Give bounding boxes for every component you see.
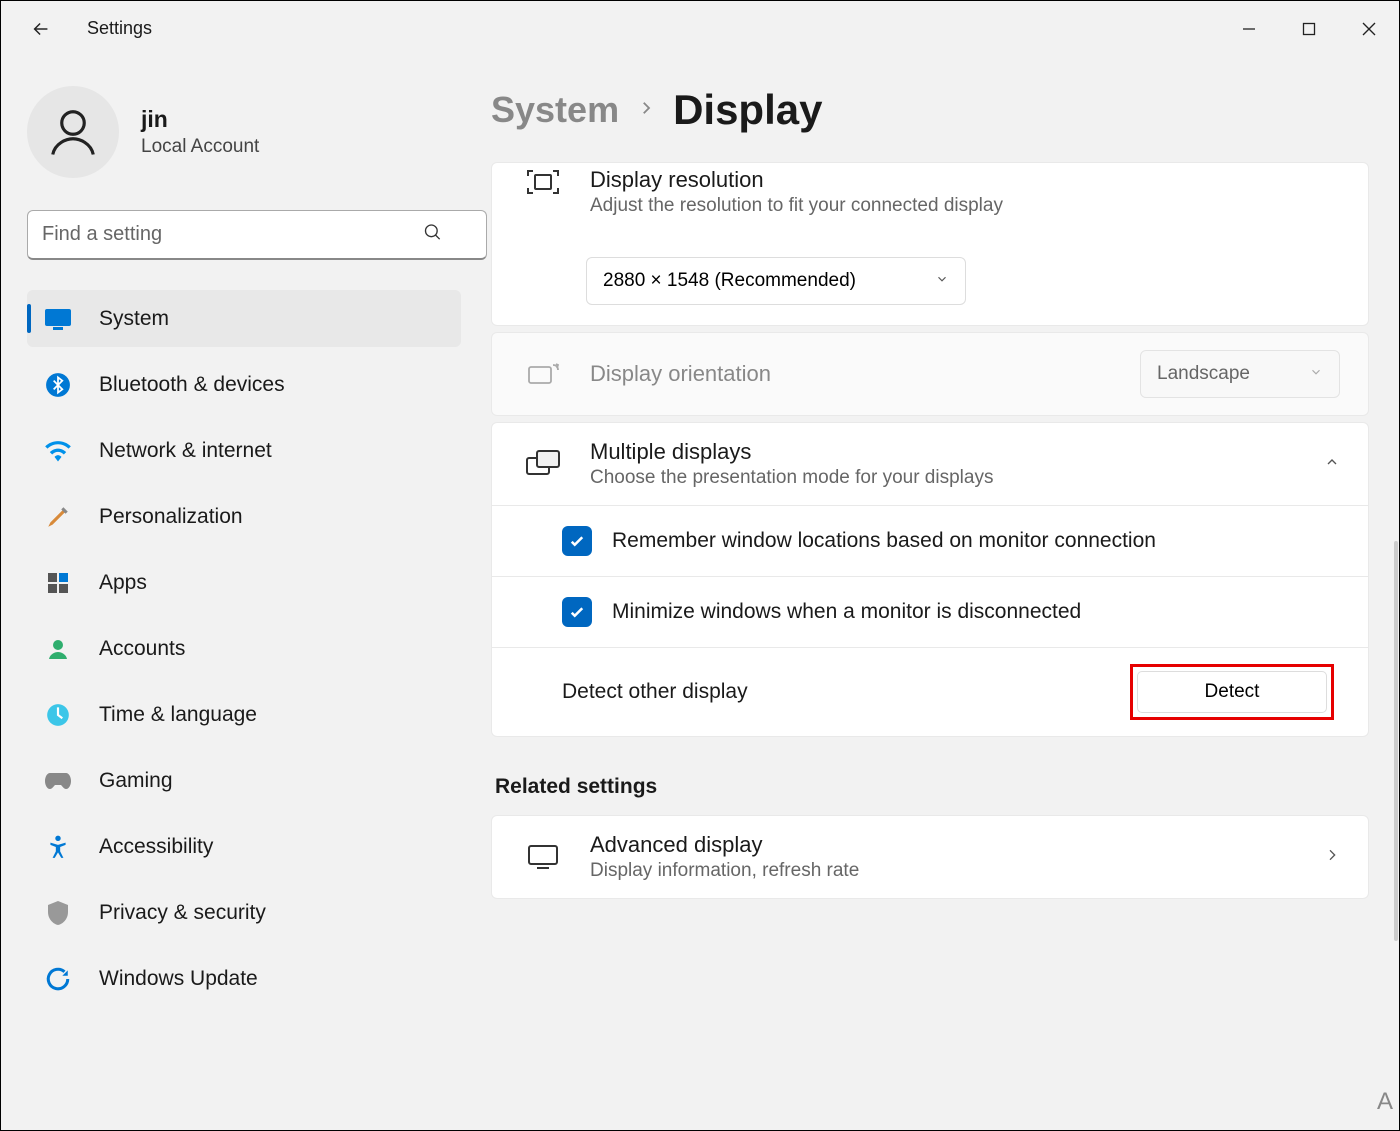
- minimize-windows-checkbox[interactable]: [562, 597, 592, 627]
- account-type: Local Account: [141, 136, 259, 158]
- related-heading: Related settings: [495, 775, 1369, 799]
- user-block[interactable]: jin Local Account: [27, 86, 461, 178]
- remember-locations-checkbox[interactable]: [562, 526, 592, 556]
- search-wrap: [27, 210, 461, 260]
- nav-label: Personalization: [99, 505, 243, 529]
- orientation-value: Landscape: [1157, 363, 1250, 385]
- nav-item-system[interactable]: System: [27, 290, 461, 347]
- resolution-dropdown[interactable]: 2880 × 1548 (Recommended): [586, 257, 966, 305]
- checkmark-icon: [568, 532, 586, 550]
- detect-label: Detect other display: [562, 678, 748, 706]
- monitor-icon: [520, 843, 566, 871]
- nav-list: System Bluetooth & devices Network & int…: [27, 290, 461, 1007]
- nav-label: Windows Update: [99, 967, 258, 991]
- chevron-right-icon: [637, 99, 655, 122]
- multiple-subtitle: Choose the presentation mode for your di…: [590, 467, 1312, 489]
- nav-item-apps[interactable]: Apps: [27, 554, 461, 611]
- chevron-down-icon: [935, 270, 949, 292]
- nav-item-bluetooth[interactable]: Bluetooth & devices: [27, 356, 461, 413]
- nav-item-privacy[interactable]: Privacy & security: [27, 884, 461, 941]
- nav-item-time-language[interactable]: Time & language: [27, 686, 461, 743]
- nav-label: Accounts: [99, 637, 185, 661]
- back-button[interactable]: [21, 9, 61, 49]
- arrow-left-icon: [30, 18, 52, 40]
- display-resolution-card: Display resolution Adjust the resolution…: [491, 162, 1369, 326]
- nav-label: Gaming: [99, 769, 173, 793]
- multiple-displays-card: Multiple displays Choose the presentatio…: [491, 422, 1369, 737]
- chevron-up-icon: [1324, 454, 1340, 475]
- breadcrumb-current: Display: [673, 86, 822, 134]
- resolution-value: 2880 × 1548 (Recommended): [603, 270, 856, 292]
- detect-button[interactable]: Detect: [1137, 671, 1327, 713]
- clock-globe-icon: [43, 700, 73, 730]
- nav-label: Bluetooth & devices: [99, 373, 285, 397]
- minimize-button[interactable]: [1219, 9, 1279, 49]
- paintbrush-icon: [43, 502, 73, 532]
- app-title: Settings: [87, 18, 152, 39]
- close-button[interactable]: [1339, 9, 1399, 49]
- orientation-title: Display orientation: [590, 361, 771, 387]
- nav-label: Time & language: [99, 703, 257, 727]
- ime-indicator: A: [1377, 1088, 1393, 1116]
- advanced-display-card[interactable]: Advanced display Display information, re…: [491, 815, 1369, 899]
- username: jin: [141, 106, 259, 134]
- remember-locations-row[interactable]: Remember window locations based on monit…: [492, 505, 1368, 576]
- minimize-windows-label: Minimize windows when a monitor is disco…: [612, 598, 1081, 626]
- detect-highlight: Detect: [1130, 664, 1334, 720]
- nav-item-accessibility[interactable]: Accessibility: [27, 818, 461, 875]
- breadcrumb: System Display: [491, 86, 1369, 134]
- nav-item-personalization[interactable]: Personalization: [27, 488, 461, 545]
- multiple-displays-header[interactable]: Multiple displays Choose the presentatio…: [492, 423, 1368, 505]
- accounts-icon: [43, 634, 73, 664]
- resolution-title: Display resolution: [590, 167, 1340, 193]
- shield-icon: [43, 898, 73, 928]
- nav-label: Network & internet: [99, 439, 272, 463]
- orientation-icon: [520, 360, 566, 388]
- main-pane: System Display Display resolution Adjust…: [491, 56, 1399, 1130]
- nav-label: Apps: [99, 571, 147, 595]
- close-icon: [1362, 22, 1376, 36]
- nav-item-network[interactable]: Network & internet: [27, 422, 461, 479]
- advanced-title: Advanced display: [590, 832, 1312, 858]
- bluetooth-icon: [43, 370, 73, 400]
- wifi-icon: [43, 436, 73, 466]
- title-bar: Settings: [1, 1, 1399, 56]
- maximize-icon: [1302, 22, 1316, 36]
- remember-locations-label: Remember window locations based on monit…: [612, 527, 1156, 555]
- detect-row: Detect other display Detect: [492, 647, 1368, 736]
- nav-item-accounts[interactable]: Accounts: [27, 620, 461, 677]
- accessibility-icon: [43, 832, 73, 862]
- resolution-icon: [520, 167, 566, 197]
- minimize-icon: [1242, 22, 1256, 36]
- minimize-windows-row[interactable]: Minimize windows when a monitor is disco…: [492, 576, 1368, 647]
- nav-item-windows-update[interactable]: Windows Update: [27, 950, 461, 1007]
- apps-icon: [43, 568, 73, 598]
- person-icon: [46, 105, 100, 159]
- resolution-subtitle: Adjust the resolution to fit your connec…: [590, 195, 1340, 217]
- display-orientation-card: Display orientation Landscape: [491, 332, 1369, 416]
- sidebar: jin Local Account System Bluetooth & dev…: [1, 56, 491, 1130]
- maximize-button[interactable]: [1279, 9, 1339, 49]
- orientation-dropdown: Landscape: [1140, 350, 1340, 398]
- search-input[interactable]: [27, 210, 487, 260]
- multiple-title: Multiple displays: [590, 439, 1312, 465]
- nav-label: Privacy & security: [99, 901, 266, 925]
- scrollbar[interactable]: [1394, 541, 1398, 941]
- multiple-displays-body: Remember window locations based on monit…: [492, 505, 1368, 736]
- system-icon: [43, 304, 73, 334]
- nav-item-gaming[interactable]: Gaming: [27, 752, 461, 809]
- nav-label: System: [99, 307, 169, 331]
- search-icon: [423, 223, 443, 248]
- nav-label: Accessibility: [99, 835, 213, 859]
- gamepad-icon: [43, 766, 73, 796]
- chevron-down-icon: [1309, 363, 1323, 385]
- chevron-right-icon: [1324, 847, 1340, 868]
- breadcrumb-parent[interactable]: System: [491, 89, 619, 131]
- multiple-displays-icon: [520, 449, 566, 479]
- advanced-subtitle: Display information, refresh rate: [590, 860, 1312, 882]
- avatar: [27, 86, 119, 178]
- window-controls: [1219, 9, 1399, 49]
- update-icon: [43, 964, 73, 994]
- checkmark-icon: [568, 603, 586, 621]
